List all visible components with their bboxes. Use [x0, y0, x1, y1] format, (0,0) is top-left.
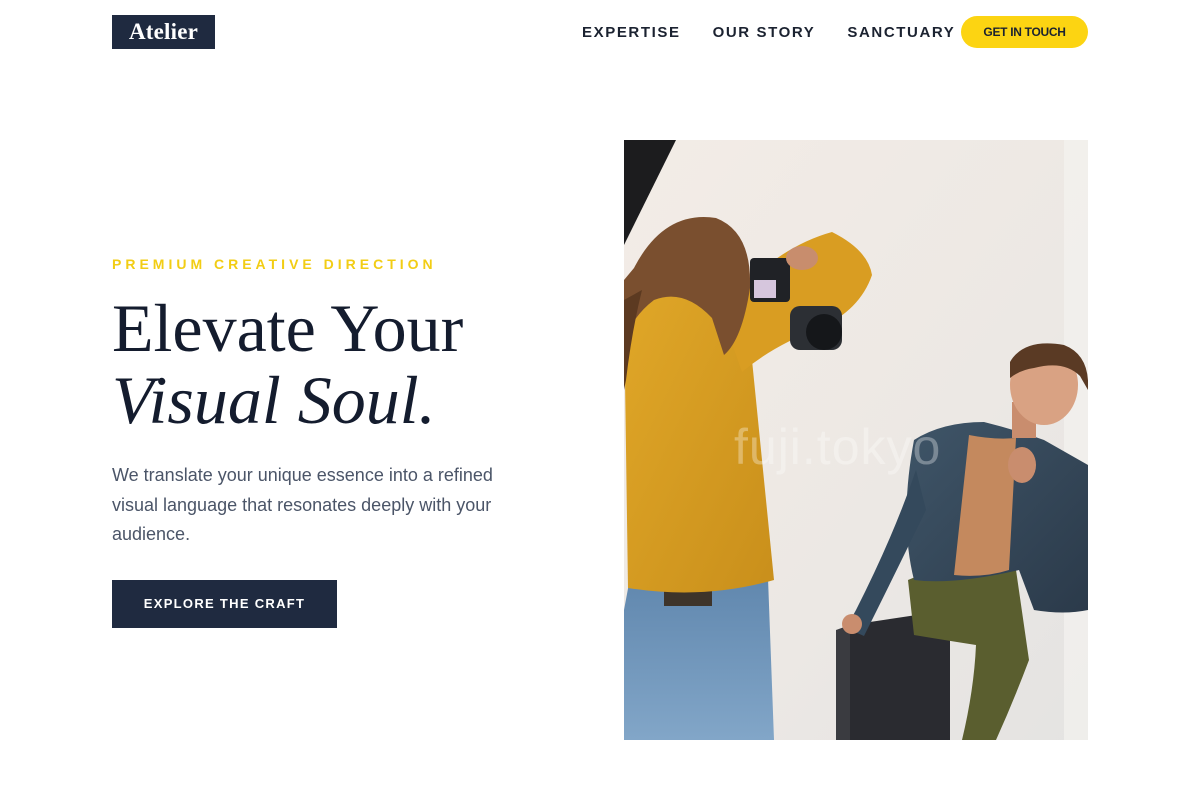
nav-link-sanctuary[interactable]: SANCTUARY — [847, 24, 955, 41]
hero-photo: fuji.tokyo — [624, 140, 1088, 740]
logo[interactable]: Atelier — [112, 15, 215, 49]
hero-description: We translate your unique essence into a … — [112, 465, 493, 544]
photo-watermark: fuji.tokyo — [734, 419, 942, 475]
site-header: Atelier EXPERTISE OUR STORY SANCTUARY GE… — [0, 0, 1200, 64]
hero-headline: Elevate Your Visual Soul. — [112, 292, 463, 436]
get-in-touch-button[interactable]: GET IN TOUCH — [961, 16, 1088, 48]
nav-link-expertise[interactable]: EXPERTISE — [582, 24, 681, 41]
main-nav: EXPERTISE OUR STORY SANCTUARY — [582, 22, 955, 42]
headline-line-1: Elevate Your — [112, 290, 464, 366]
hero-eyebrow: PREMIUM CREATIVE DIRECTION — [112, 256, 437, 272]
headline-line-2: Visual Soul. — [112, 362, 436, 438]
explore-the-craft-button[interactable]: EXPLORE THE CRAFT — [112, 580, 337, 628]
nav-link-our-story[interactable]: OUR STORY — [713, 24, 816, 41]
